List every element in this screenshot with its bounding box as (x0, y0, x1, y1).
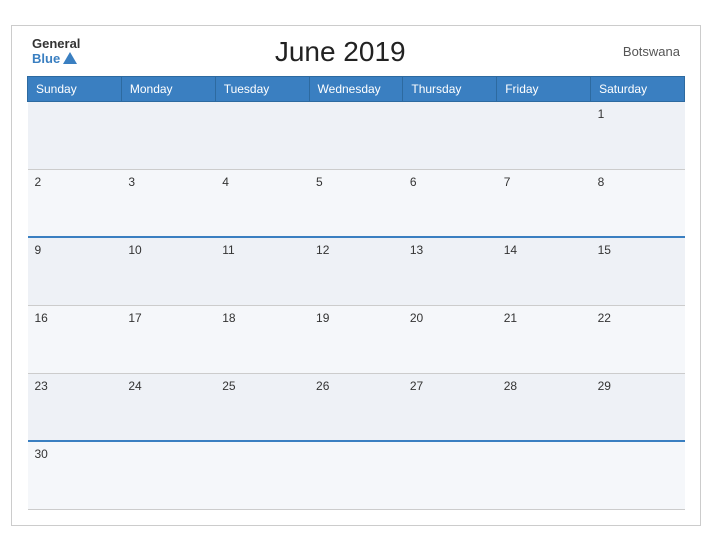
calendar-day-cell: 14 (497, 237, 591, 305)
calendar-day-cell: 20 (403, 305, 497, 373)
calendar-day-cell (121, 101, 215, 169)
calendar-day-cell: 5 (309, 169, 403, 237)
logo-general-text: General (32, 37, 80, 51)
calendar-day-cell: 25 (215, 373, 309, 441)
header-monday: Monday (121, 76, 215, 101)
calendar-day-cell (215, 101, 309, 169)
calendar-day-cell: 29 (591, 373, 685, 441)
calendar-day-cell: 24 (121, 373, 215, 441)
calendar-day-cell (403, 101, 497, 169)
day-number: 28 (504, 379, 517, 393)
day-number: 20 (410, 311, 423, 325)
calendar-day-cell: 4 (215, 169, 309, 237)
calendar-day-cell: 7 (497, 169, 591, 237)
day-number: 18 (222, 311, 235, 325)
header-wednesday: Wednesday (309, 76, 403, 101)
calendar-day-cell: 8 (591, 169, 685, 237)
day-number: 11 (222, 243, 234, 257)
calendar-week-row: 16 17 18 19 20 21 22 (28, 305, 685, 373)
calendar-grid: Sunday Monday Tuesday Wednesday Thursday… (27, 76, 685, 510)
calendar-header: General Blue June 2019 Botswana (27, 36, 685, 68)
calendar-day-cell: 16 (28, 305, 122, 373)
country-label: Botswana (600, 44, 680, 59)
calendar-day-cell: 17 (121, 305, 215, 373)
day-number: 21 (504, 311, 517, 325)
day-number: 26 (316, 379, 329, 393)
calendar-day-cell (497, 101, 591, 169)
day-number: 7 (504, 175, 511, 189)
calendar-day-cell: 27 (403, 373, 497, 441)
day-number: 24 (128, 379, 141, 393)
day-number: 15 (598, 243, 611, 257)
weekday-header-row: Sunday Monday Tuesday Wednesday Thursday… (28, 76, 685, 101)
header-saturday: Saturday (591, 76, 685, 101)
day-number: 12 (316, 243, 329, 257)
calendar-week-row: 2 3 4 5 6 7 8 (28, 169, 685, 237)
calendar-day-cell: 28 (497, 373, 591, 441)
calendar-day-cell: 3 (121, 169, 215, 237)
logo-triangle-icon (63, 52, 77, 64)
calendar-day-cell: 15 (591, 237, 685, 305)
calendar-week-row: 30 (28, 441, 685, 509)
day-number: 9 (35, 243, 42, 257)
day-number: 25 (222, 379, 235, 393)
calendar-day-cell (309, 101, 403, 169)
calendar-day-cell (403, 441, 497, 509)
day-number: 29 (598, 379, 611, 393)
calendar-day-cell: 10 (121, 237, 215, 305)
header-tuesday: Tuesday (215, 76, 309, 101)
day-number: 19 (316, 311, 329, 325)
calendar-day-cell: 22 (591, 305, 685, 373)
day-number: 27 (410, 379, 423, 393)
calendar-day-cell: 12 (309, 237, 403, 305)
calendar-day-cell: 21 (497, 305, 591, 373)
calendar-day-cell: 23 (28, 373, 122, 441)
day-number: 14 (504, 243, 517, 257)
header-thursday: Thursday (403, 76, 497, 101)
calendar-day-cell (591, 441, 685, 509)
calendar-day-cell: 19 (309, 305, 403, 373)
calendar-week-row: 23 24 25 26 27 28 29 (28, 373, 685, 441)
day-number: 13 (410, 243, 423, 257)
day-number: 2 (35, 175, 42, 189)
calendar-day-cell: 30 (28, 441, 122, 509)
calendar-day-cell (121, 441, 215, 509)
day-number: 23 (35, 379, 48, 393)
day-number: 6 (410, 175, 417, 189)
calendar-day-cell (215, 441, 309, 509)
day-number: 4 (222, 175, 229, 189)
calendar-title: June 2019 (80, 36, 600, 68)
logo-blue-text: Blue (32, 52, 60, 66)
logo: General Blue (32, 37, 80, 66)
calendar-day-cell: 6 (403, 169, 497, 237)
calendar-day-cell: 2 (28, 169, 122, 237)
day-number: 10 (128, 243, 141, 257)
calendar-week-row: 9 10 11 12 13 14 15 (28, 237, 685, 305)
day-number: 3 (128, 175, 135, 189)
header-sunday: Sunday (28, 76, 122, 101)
calendar-day-cell (497, 441, 591, 509)
calendar-day-cell: 11 (215, 237, 309, 305)
day-number: 16 (35, 311, 48, 325)
header-friday: Friday (497, 76, 591, 101)
day-number: 8 (598, 175, 605, 189)
calendar-day-cell (309, 441, 403, 509)
calendar-day-cell: 9 (28, 237, 122, 305)
day-number: 22 (598, 311, 611, 325)
day-number: 17 (128, 311, 141, 325)
day-number: 5 (316, 175, 323, 189)
calendar-day-cell: 13 (403, 237, 497, 305)
calendar-day-cell: 26 (309, 373, 403, 441)
day-number: 1 (598, 107, 605, 121)
calendar-day-cell: 18 (215, 305, 309, 373)
calendar-day-cell (28, 101, 122, 169)
calendar-container: General Blue June 2019 Botswana Sunday M… (11, 25, 701, 526)
day-number: 30 (35, 447, 48, 461)
calendar-week-row: 1 (28, 101, 685, 169)
calendar-day-cell: 1 (591, 101, 685, 169)
